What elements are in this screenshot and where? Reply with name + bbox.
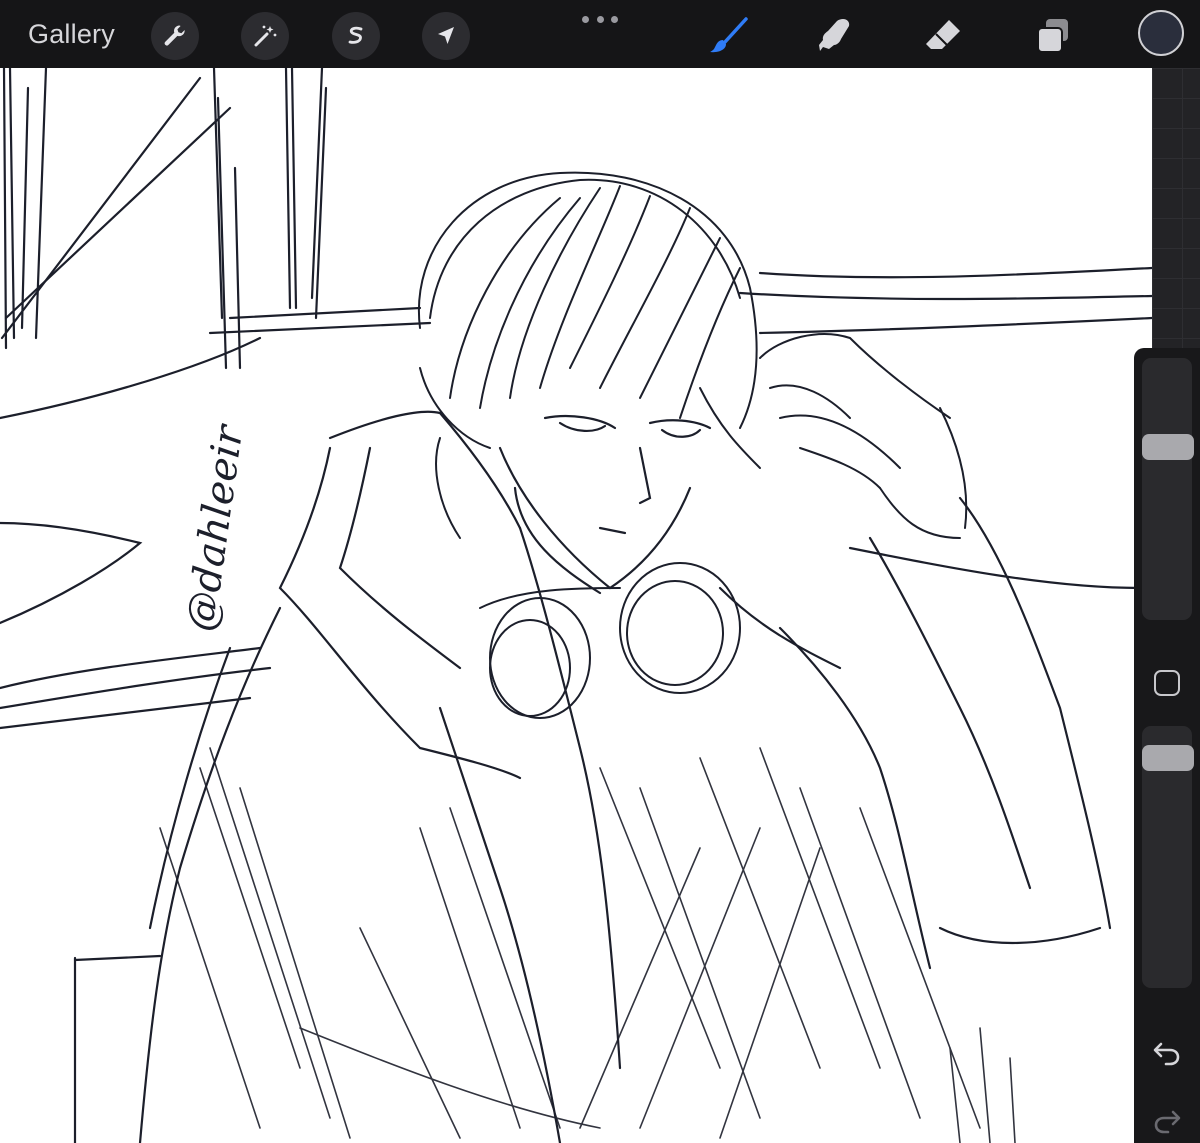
adjustments-button[interactable] — [241, 12, 289, 60]
smudge-tool-button[interactable] — [808, 10, 860, 62]
color-picker-button[interactable] — [1138, 10, 1184, 56]
selection-s-icon — [348, 26, 363, 44]
selection-button[interactable] — [332, 12, 380, 60]
eraser-icon — [926, 20, 960, 49]
redo-button[interactable] — [1150, 1104, 1184, 1138]
layers-icon — [1037, 19, 1068, 53]
magic-wand-icon — [254, 25, 277, 47]
top-toolbar: Gallery — [0, 0, 1200, 68]
redo-arrow-icon — [1154, 1110, 1181, 1134]
undo-button[interactable] — [1150, 1036, 1184, 1070]
gallery-button[interactable]: Gallery — [28, 18, 115, 50]
side-toolbar — [1134, 348, 1200, 1143]
eraser-tool-button[interactable] — [917, 10, 969, 62]
arrow-cursor-icon — [438, 27, 454, 44]
ellipsis-icon[interactable] — [582, 12, 618, 26]
undo-arrow-icon — [1153, 1042, 1180, 1066]
smudge-finger-icon — [819, 19, 850, 51]
transform-button[interactable] — [422, 12, 470, 60]
brush-icon — [710, 17, 748, 53]
brush-size-slider[interactable] — [1142, 358, 1194, 620]
drawing-canvas[interactable]: @dahleeir — [0, 68, 1152, 1143]
wrench-icon — [164, 25, 185, 46]
sketch-artwork — [0, 68, 1152, 1143]
square-icon[interactable] — [1154, 670, 1180, 696]
actions-button[interactable] — [151, 12, 199, 60]
opacity-thumb[interactable] — [1142, 745, 1194, 771]
brush-tool-button[interactable] — [703, 10, 755, 62]
opacity-slider[interactable] — [1142, 726, 1194, 988]
layers-tool-button[interactable] — [1027, 10, 1079, 62]
brush-size-thumb[interactable] — [1142, 434, 1194, 460]
